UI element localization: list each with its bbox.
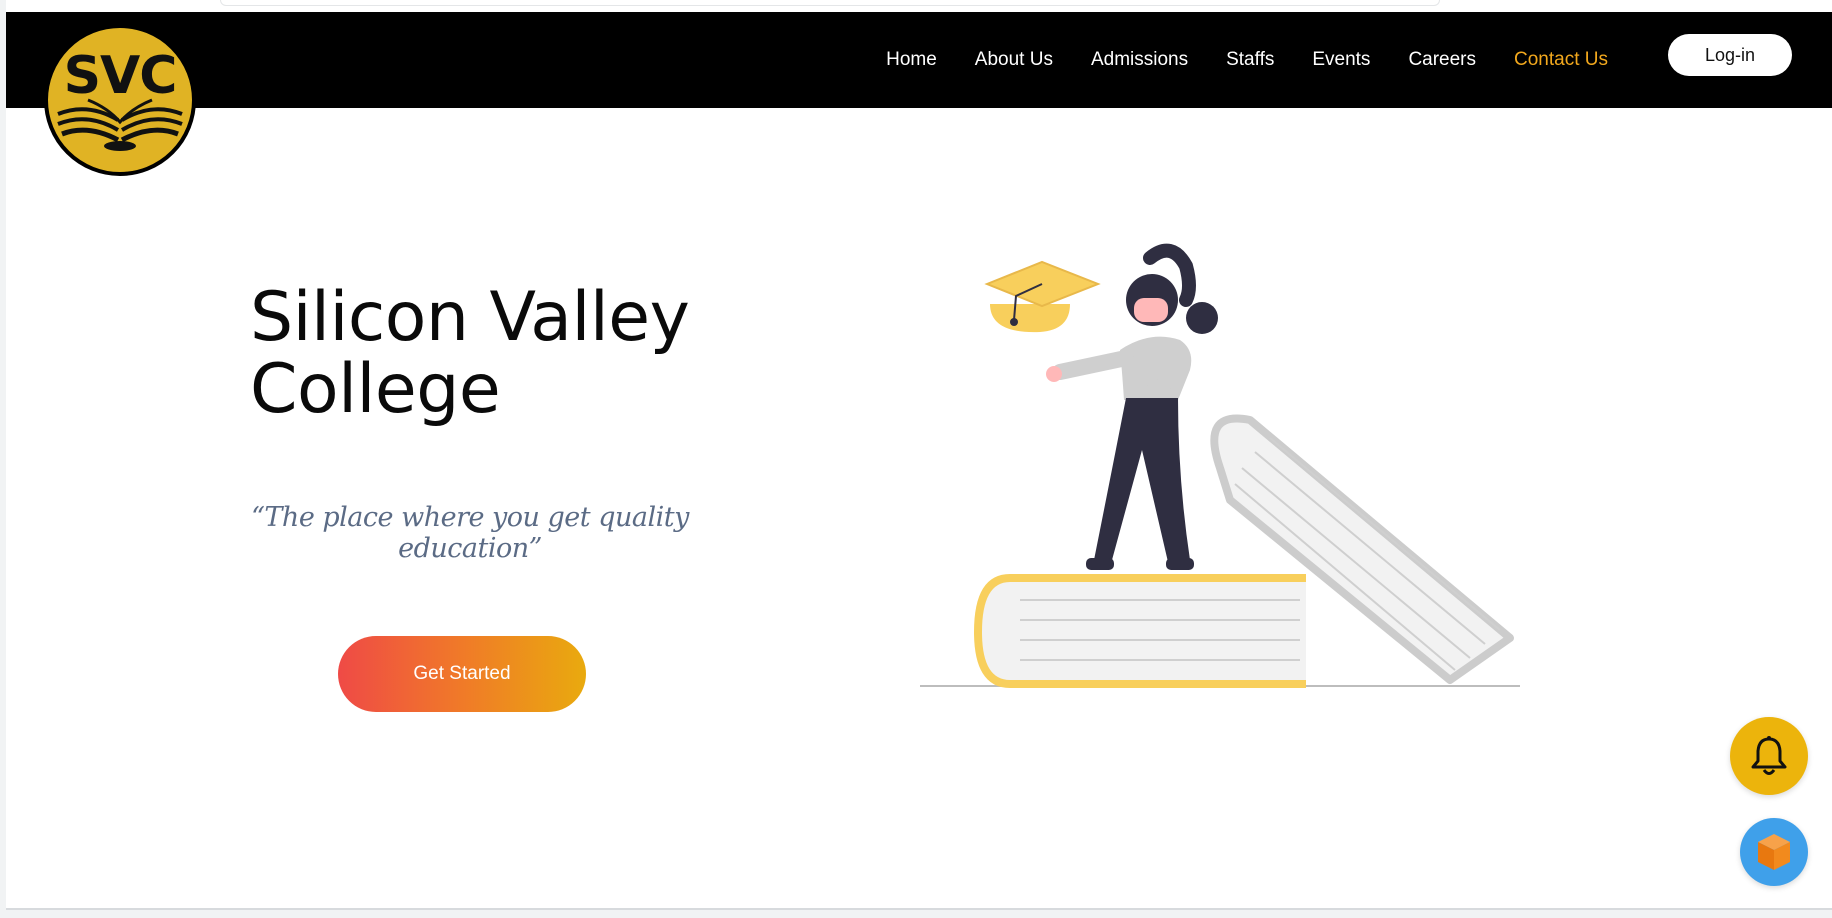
nav-admissions[interactable]: Admissions	[1091, 49, 1188, 71]
bell-icon	[1751, 736, 1787, 775]
hero-title-line1: Silicon Valley	[250, 278, 690, 357]
nav-careers[interactable]: Careers	[1408, 49, 1476, 71]
browser-top-sliver	[220, 0, 1440, 6]
logo[interactable]: SVC	[44, 24, 196, 176]
nav-events[interactable]: Events	[1312, 49, 1370, 71]
hero-illustration	[920, 243, 1520, 688]
notification-bell-button[interactable]	[1730, 717, 1808, 795]
hero-title-line2: College	[250, 350, 501, 429]
graduation-cap-icon	[984, 260, 1101, 333]
open-book-logo-icon	[57, 98, 183, 151]
cube-widget-button[interactable]	[1740, 818, 1808, 886]
woman-figure-icon	[1046, 243, 1218, 570]
nav-contact-us[interactable]: Contact Us	[1514, 49, 1608, 71]
main-nav: Home About Us Admissions Staffs Events C…	[886, 12, 1608, 108]
nav-staffs[interactable]: Staffs	[1226, 49, 1274, 71]
cube-icon	[1758, 834, 1790, 870]
nav-home[interactable]: Home	[886, 49, 937, 71]
hero-tagline: “The place where you get quality educati…	[251, 502, 689, 564]
login-button[interactable]: Log-in	[1668, 34, 1792, 76]
bottom-book-icon	[973, 574, 1306, 688]
hero-title: Silicon Valley College	[250, 282, 850, 426]
nav-about-us[interactable]: About Us	[975, 49, 1053, 71]
get-started-button[interactable]: Get Started	[338, 636, 586, 712]
